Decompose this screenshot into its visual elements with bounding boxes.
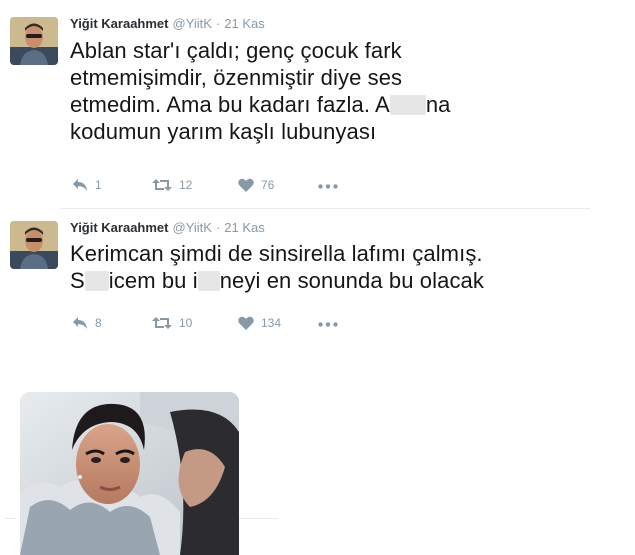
tweet-header: Yiğit Karaahmet @YiitK · 21 Kas	[70, 16, 265, 31]
reply-button[interactable]: 1	[72, 178, 102, 192]
avatar[interactable]	[10, 221, 58, 269]
tweet-line: Ablan star'ı çaldı; genç çocuk fark	[70, 38, 402, 63]
censor-blur	[197, 271, 220, 291]
reply-count: 1	[95, 178, 102, 192]
author-handle[interactable]: @YiitK	[173, 16, 212, 31]
selfie-photo	[20, 392, 239, 555]
tweet-text: Kerimcan şimdi de sinsirella lafımı çalm…	[70, 240, 605, 294]
tweet-header: Yiğit Karaahmet @YiitK · 21 Kas	[70, 220, 265, 235]
like-count: 134	[261, 316, 282, 330]
author-name[interactable]: Yiğit Karaahmet	[70, 220, 169, 235]
retweet-button[interactable]: 10	[152, 316, 192, 330]
censor-blur	[389, 95, 426, 115]
censor-blur	[84, 271, 109, 291]
tweet-divider	[4, 518, 16, 519]
like-button[interactable]: 76	[238, 178, 274, 192]
heart-icon	[238, 178, 254, 192]
like-button[interactable]: 134	[238, 316, 281, 330]
author-name[interactable]: Yiğit Karaahmet	[70, 16, 169, 31]
like-count: 76	[261, 178, 275, 192]
heart-icon	[238, 316, 254, 330]
retweet-icon	[152, 179, 172, 191]
retweet-button[interactable]: 12	[152, 178, 192, 192]
tweet-line: Sicem bu i neyi en sonunda bu olacak	[70, 268, 484, 293]
tweet-text: Ablan star'ı çaldı; genç çocuk fark etme…	[70, 37, 605, 145]
tweet-actions: 1 12 76	[70, 178, 370, 196]
tweet-1[interactable]: Yiğit Karaahmet @YiitK · 21 Kas Ablan star'…	[0, 0, 600, 210]
separator-dot: ·	[215, 220, 221, 235]
reply-icon	[73, 317, 87, 329]
reply-icon	[73, 179, 87, 191]
retweet-icon	[152, 317, 172, 329]
tweet-line: kodumun yarım kaşlı lubunyası	[70, 119, 377, 144]
reply-button[interactable]: 8	[72, 316, 102, 330]
more-button[interactable]	[318, 322, 338, 327]
tweet-divider	[60, 208, 590, 209]
author-handle[interactable]: @YiitK	[173, 220, 212, 235]
retweet-count: 12	[179, 178, 193, 192]
tweet-line: Kerimcan şimdi de sinsirella lafımı çalm…	[70, 241, 483, 266]
tweet-actions: 8 10 134	[70, 316, 370, 334]
tweet-date[interactable]: 21 Kas	[224, 16, 264, 31]
separator-dot: ·	[215, 16, 221, 31]
more-icon	[318, 184, 338, 189]
retweet-count: 10	[179, 316, 193, 330]
tweet-divider	[239, 518, 278, 519]
tweet-date[interactable]: 21 Kas	[224, 220, 264, 235]
tweet-line: etmemişimdir, özenmiştir diye ses	[70, 65, 403, 90]
reply-count: 8	[95, 316, 102, 330]
more-button[interactable]	[318, 184, 338, 189]
avatar[interactable]	[10, 17, 58, 65]
tweet-line: etmedim. Ama bu kadarı fazla. Ana	[70, 92, 451, 117]
attached-photo[interactable]	[20, 392, 239, 555]
more-icon	[318, 322, 338, 327]
tweet-2[interactable]: Yiğit Karaahmet @YiitK · 21 Kas Kerimcan şi…	[0, 210, 600, 360]
